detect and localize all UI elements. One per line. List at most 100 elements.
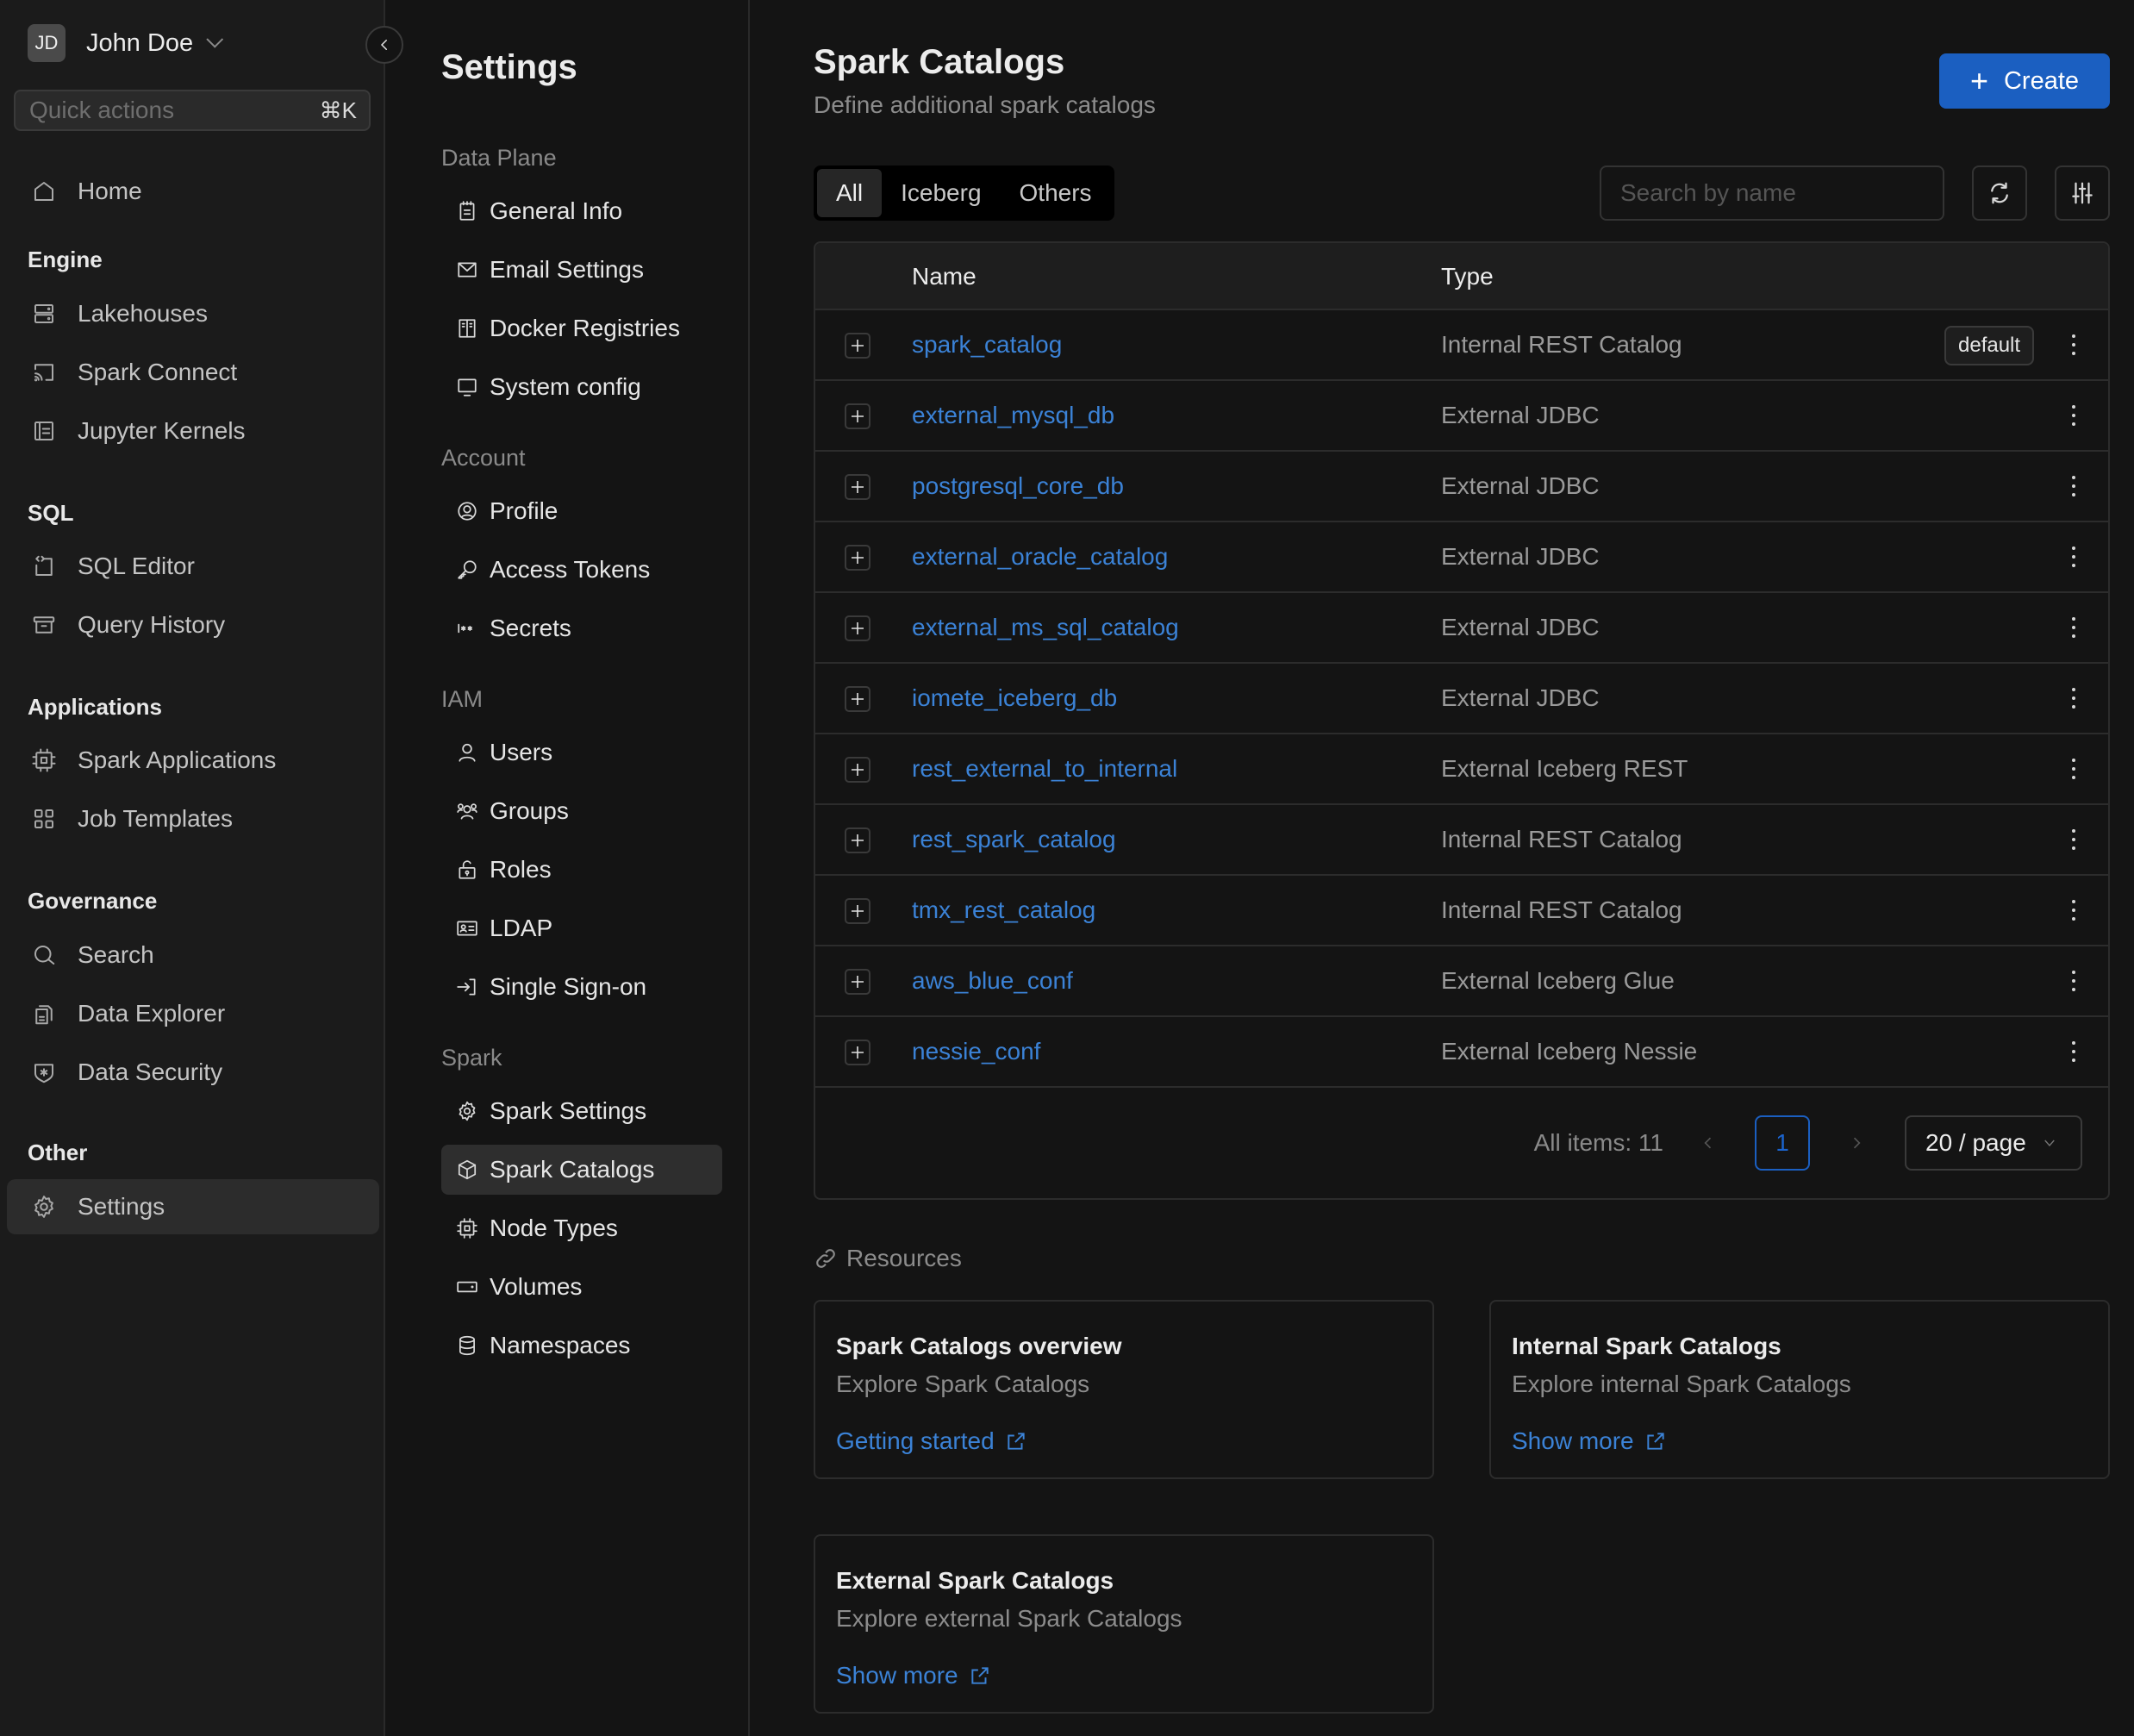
- prev-page-button[interactable]: [1693, 1127, 1724, 1158]
- next-page-button[interactable]: [1841, 1127, 1872, 1158]
- sidebar-item-settings[interactable]: Settings: [7, 1179, 379, 1234]
- page-size-select[interactable]: 20 / page: [1905, 1115, 2082, 1171]
- row-actions-button[interactable]: [2063, 753, 2084, 784]
- total-items: All items: 11: [1533, 1129, 1663, 1156]
- card-description: Explore Spark Catalogs: [836, 1371, 1090, 1397]
- sidebar-item-lakehouses[interactable]: Lakehouses: [7, 286, 379, 341]
- settings-item-general-info[interactable]: General Info: [441, 186, 722, 236]
- settings-item-system-config[interactable]: System config: [441, 362, 722, 412]
- catalog-name-link[interactable]: external_oracle_catalog: [912, 522, 1168, 591]
- files-icon: [29, 999, 59, 1028]
- sidebar-item-jupyter-kernels[interactable]: Jupyter Kernels: [7, 403, 379, 459]
- create-button[interactable]: + Create: [1939, 53, 2110, 109]
- expand-row-button[interactable]: [845, 474, 870, 500]
- settings-item-groups[interactable]: Groups: [441, 786, 722, 836]
- expand-row-button[interactable]: [845, 757, 870, 783]
- row-actions-button[interactable]: [2063, 1036, 2084, 1067]
- row-actions-button[interactable]: [2063, 895, 2084, 926]
- settings-item-label: Email Settings: [490, 256, 644, 283]
- lock-icon: [455, 858, 479, 882]
- expand-row-button[interactable]: [845, 969, 870, 995]
- settings-item-access-tokens[interactable]: Access Tokens: [441, 545, 722, 595]
- catalog-name-link[interactable]: iomete_iceberg_db: [912, 664, 1117, 733]
- catalog-name-link[interactable]: external_ms_sql_catalog: [912, 593, 1179, 662]
- settings-item-email-settings[interactable]: Email Settings: [441, 245, 722, 295]
- tab-others[interactable]: Others: [1001, 169, 1111, 217]
- sidebar-item-search[interactable]: Search: [7, 927, 379, 983]
- sidebar-item-data-security[interactable]: Data Security: [7, 1045, 379, 1100]
- sidebar-item-spark-applications[interactable]: Spark Applications: [7, 733, 379, 788]
- column-settings-button[interactable]: [2055, 165, 2110, 221]
- settings-item-ldap[interactable]: LDAP: [441, 903, 722, 953]
- settings-item-namespaces[interactable]: Namespaces: [441, 1321, 722, 1371]
- expand-row-button[interactable]: [845, 615, 870, 641]
- catalog-name-link[interactable]: spark_catalog: [912, 310, 1062, 379]
- expand-row-button[interactable]: [845, 545, 870, 571]
- sidebar-section-applications: Applications: [28, 694, 163, 720]
- sidebar-item-home[interactable]: Home: [7, 164, 379, 219]
- row-actions-button[interactable]: [2063, 329, 2084, 360]
- expand-row-button[interactable]: [845, 898, 870, 924]
- resource-card-external: External Spark Catalogs Explore external…: [814, 1534, 1434, 1714]
- row-actions-button[interactable]: [2063, 683, 2084, 714]
- row-actions-button[interactable]: [2063, 824, 2084, 855]
- refresh-button[interactable]: [1972, 165, 2027, 221]
- notepad-icon: [455, 199, 479, 223]
- catalog-name-link[interactable]: rest_spark_catalog: [912, 805, 1116, 874]
- search-input[interactable]: [1600, 165, 1944, 221]
- expand-row-button[interactable]: [845, 686, 870, 712]
- sidebar-item-data-explorer[interactable]: Data Explorer: [7, 986, 379, 1041]
- row-actions-button[interactable]: [2063, 400, 2084, 431]
- show-more-internal-link[interactable]: Show more: [1512, 1427, 1667, 1455]
- chevron-left-icon: [1704, 1137, 1712, 1149]
- settings-section-data-plane: Data Plane: [441, 145, 557, 171]
- server-icon: [29, 299, 59, 328]
- catalog-name-link[interactable]: postgresql_core_db: [912, 452, 1124, 521]
- settings-item-node-types[interactable]: Node Types: [441, 1203, 722, 1253]
- row-actions-button[interactable]: [2063, 471, 2084, 502]
- settings-item-spark-catalogs[interactable]: Spark Catalogs: [441, 1145, 722, 1195]
- column-header-type[interactable]: Type: [1441, 243, 1494, 310]
- settings-item-roles[interactable]: Roles: [441, 845, 722, 895]
- table-row: external_oracle_catalog External JDBC: [815, 522, 2108, 593]
- resource-card-internal: Internal Spark Catalogs Explore internal…: [1489, 1300, 2110, 1479]
- catalog-name-link[interactable]: rest_external_to_internal: [912, 734, 1177, 803]
- sidebar-item-sql-editor[interactable]: SQL Editor: [7, 539, 379, 594]
- quick-actions-input[interactable]: Quick actions ⌘K: [14, 90, 371, 131]
- column-header-name[interactable]: Name: [912, 243, 977, 310]
- archive-icon: [29, 610, 59, 640]
- settings-item-users[interactable]: Users: [441, 727, 722, 777]
- catalog-name-link[interactable]: tmx_rest_catalog: [912, 876, 1095, 945]
- row-actions-button[interactable]: [2063, 541, 2084, 572]
- settings-item-profile[interactable]: Profile: [441, 486, 722, 536]
- settings-item-single-sign-on[interactable]: Single Sign-on: [441, 962, 722, 1012]
- expand-row-button[interactable]: [845, 333, 870, 359]
- settings-item-spark-settings[interactable]: Spark Settings: [441, 1086, 722, 1136]
- settings-item-docker-registries[interactable]: Docker Registries: [441, 303, 722, 353]
- settings-item-volumes[interactable]: Volumes: [441, 1262, 722, 1312]
- sidebar-item-spark-connect[interactable]: Spark Connect: [7, 345, 379, 400]
- expand-row-button[interactable]: [845, 827, 870, 853]
- getting-started-link[interactable]: Getting started: [836, 1427, 1027, 1455]
- expand-row-button[interactable]: [845, 1040, 870, 1065]
- settings-item-secrets[interactable]: Secrets: [441, 603, 722, 653]
- page-1-button[interactable]: 1: [1755, 1115, 1810, 1171]
- show-more-external-link[interactable]: Show more: [836, 1662, 991, 1689]
- row-actions-button[interactable]: [2063, 965, 2084, 996]
- catalog-name-link[interactable]: aws_blue_conf: [912, 946, 1073, 1015]
- settings-item-label: Single Sign-on: [490, 973, 647, 1000]
- tab-iceberg[interactable]: Iceberg: [882, 169, 1000, 217]
- tab-all[interactable]: All: [817, 169, 883, 217]
- catalog-name-link[interactable]: nessie_conf: [912, 1017, 1040, 1086]
- sidebar-item-label: Spark Applications: [78, 746, 277, 773]
- row-actions-button[interactable]: [2063, 612, 2084, 643]
- expand-row-button[interactable]: [845, 403, 870, 429]
- registry-icon: [455, 316, 479, 340]
- link-icon: [816, 1249, 835, 1268]
- sidebar-item-query-history[interactable]: Query History: [7, 597, 379, 653]
- users-icon: [455, 799, 479, 823]
- collapse-sidebar-button[interactable]: [365, 26, 403, 64]
- catalog-name-link[interactable]: external_mysql_db: [912, 381, 1114, 450]
- sidebar-item-job-templates[interactable]: Job Templates: [7, 791, 379, 846]
- user-menu[interactable]: JD John Doe: [28, 24, 224, 62]
